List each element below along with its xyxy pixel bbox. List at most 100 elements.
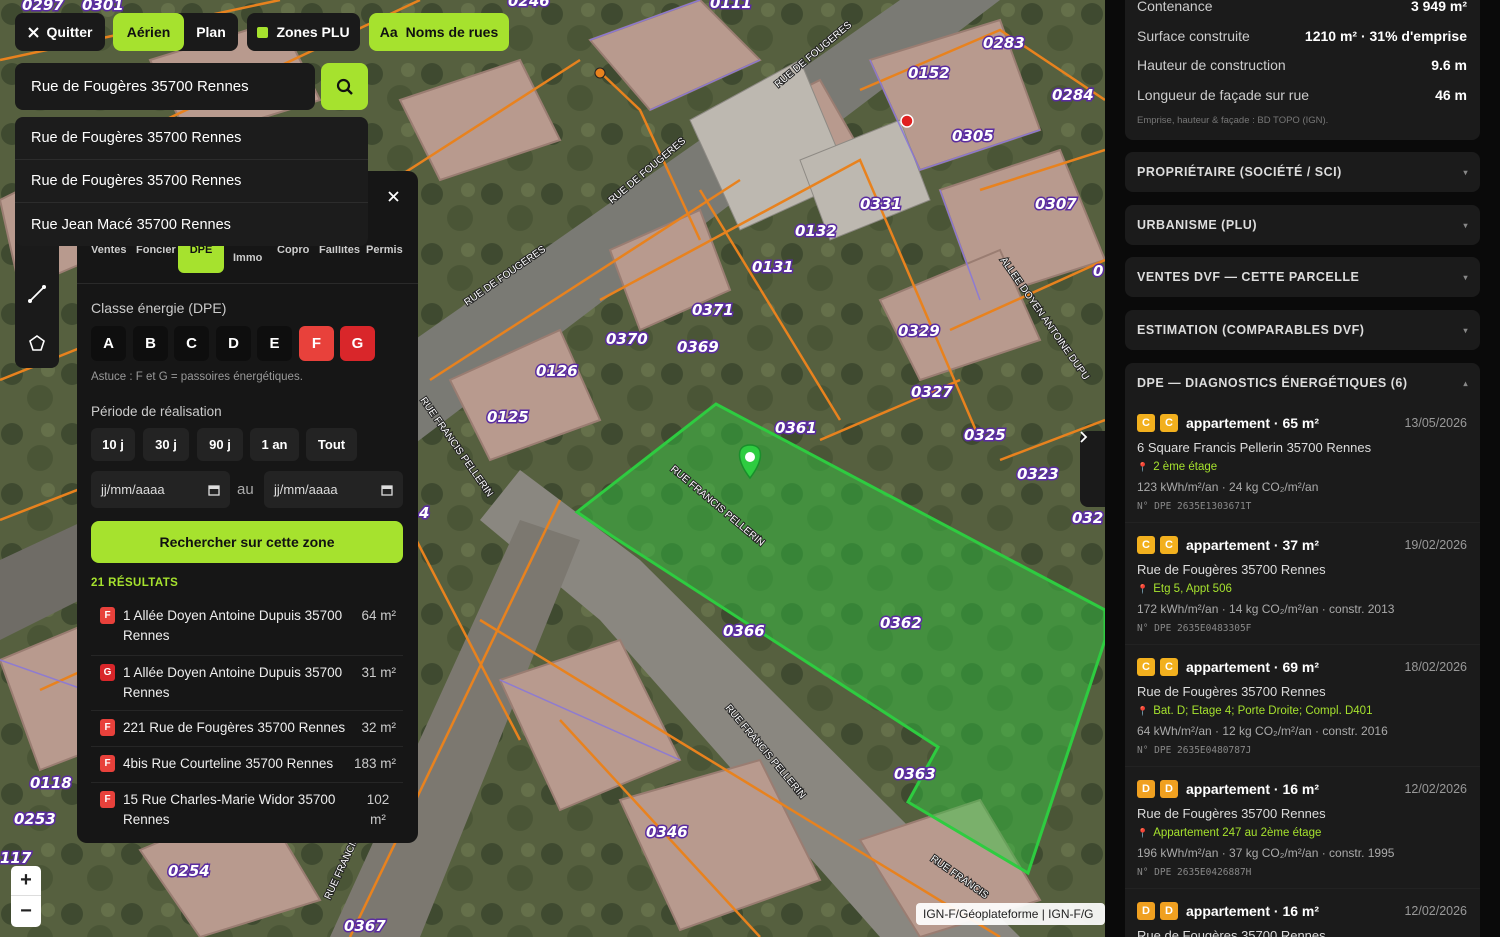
result-item[interactable]: F 1 Allée Doyen Antoine Dupuis 35700 Renn… — [100, 606, 396, 646]
parcel-label: 0371 — [692, 301, 734, 319]
section-title: DPE — DIAGNOSTICS ÉNERGÉTIQUES (6) — [1137, 376, 1408, 390]
street-names-button[interactable]: Aa Noms de rues — [369, 13, 509, 51]
energy-class-badge: C — [1160, 414, 1178, 432]
dpe-header: D Dappartement · 16 m² 12/02/2026 — [1137, 902, 1467, 920]
result-address: 4bis Rue Courteline 35700 Rennes — [123, 756, 334, 771]
search-zone-button[interactable]: Rechercher sur cette zone — [91, 521, 403, 563]
section-title: PROPRIÉTAIRE (SOCIÉTÉ / SCI) — [1137, 165, 1342, 179]
quit-button[interactable]: Quitter — [15, 13, 105, 51]
parcel-label: 0366 — [723, 622, 765, 640]
dpe-item[interactable]: C Cappartement · 65 m² 13/05/2026 6 Square … — [1137, 414, 1467, 512]
dpe-location-text: Bat. D; Etage 4; Porte Droite; Compl. D4… — [1153, 705, 1373, 717]
chevron-down-icon: ▾ — [1463, 325, 1468, 335]
energy-class-c[interactable]: C — [174, 326, 209, 361]
divider — [91, 710, 403, 711]
parcel-label: 0331 — [860, 195, 902, 213]
period-30d[interactable]: 30 j — [143, 428, 189, 461]
poi-marker[interactable] — [900, 114, 914, 128]
result-item[interactable]: F 15 Rue Charles-Marie Widor 35700 Rennes… — [100, 790, 396, 830]
close-icon — [27, 26, 39, 38]
parcel-label: 0346 — [646, 823, 688, 841]
energy-class-badge: F — [100, 755, 115, 772]
dpe-item[interactable]: C Cappartement · 37 m² 19/02/2026 Rue de Fo… — [1137, 536, 1467, 634]
parcel-details-panel: Contenance 3 949 m² Surface construite 121… — [1105, 0, 1500, 937]
date-to-field[interactable]: jj/mm/aaaa — [264, 471, 403, 508]
energy-class-a[interactable]: A — [91, 326, 126, 361]
section-plu[interactable]: URBANISME (PLU) ▾ — [1125, 205, 1480, 245]
zoom-out-button[interactable]: − — [11, 896, 41, 926]
dpe-item[interactable]: D Dappartement · 16 m² 12/02/2026 Rue de Fo… — [1137, 780, 1467, 878]
tool-polygon[interactable] — [15, 321, 59, 365]
zoom-in-button[interactable]: + — [11, 866, 41, 896]
dpe-date: 12/02/2026 — [1404, 904, 1467, 918]
close-panel-button[interactable] — [382, 185, 404, 207]
chevron-down-icon: ▾ — [1463, 167, 1468, 177]
pin-icon: 📍 — [1137, 584, 1149, 594]
date-from-field[interactable]: jj/mm/aaaa — [91, 471, 230, 508]
suggestion-item[interactable]: Rue Jean Macé 35700 Rennes — [15, 203, 368, 246]
plan-button[interactable]: Plan — [186, 13, 236, 51]
tab-permis[interactable]: Permis — [366, 244, 403, 256]
dpe-location-text: Appartement 247 au 2ème étage — [1153, 827, 1322, 839]
search-button[interactable] — [321, 63, 368, 110]
dpe-date: 13/05/2026 — [1404, 416, 1467, 430]
energy-class-d[interactable]: D — [216, 326, 251, 361]
search-input[interactable]: Rue de Fougères 35700 Rennes — [15, 63, 315, 110]
aerial-button[interactable]: Aérien — [113, 13, 184, 51]
dpe-consumption: 123 kWh/m²/an · 24 kg CO₂/m²/an — [1137, 480, 1319, 494]
calendar-icon — [208, 484, 220, 496]
section-dpe[interactable]: DPE — DIAGNOSTICS ÉNERGÉTIQUES (6) ▴ — [1125, 363, 1480, 403]
energy-class-badge: D — [1160, 780, 1178, 798]
parcel-label: 0363 — [894, 765, 936, 783]
energy-class-badge: C — [1160, 658, 1178, 676]
suggestion-item[interactable]: Rue de Fougères 35700 Rennes — [15, 160, 368, 203]
energy-class-f[interactable]: F — [299, 326, 334, 361]
stat-value: 46 m — [1435, 87, 1467, 103]
energy-class-b[interactable]: B — [133, 326, 168, 361]
divider — [77, 283, 418, 284]
tool-line[interactable] — [15, 272, 59, 316]
divider — [91, 655, 403, 656]
energy-class-e[interactable]: E — [257, 326, 292, 361]
result-item[interactable]: F 4bis Rue Courteline 35700 Rennes 183 m² — [100, 754, 396, 774]
result-item[interactable]: G 1 Allée Doyen Antoine Dupuis 35700 Renn… — [100, 663, 396, 703]
dpe-date: 18/02/2026 — [1404, 660, 1467, 674]
section-dvf[interactable]: VENTES DVF — CETTE PARCELLE ▾ — [1125, 257, 1480, 297]
parcel-label: 0305 — [952, 127, 994, 145]
period-90d[interactable]: 90 j — [197, 428, 243, 461]
energy-class-badge: D — [1160, 902, 1178, 920]
search-suggestions: Rue de Fougères 35700 Rennes Rue de Foug… — [15, 117, 368, 246]
dpe-date: 12/02/2026 — [1404, 782, 1467, 796]
result-size: 64 m² — [361, 608, 396, 623]
parcel-label: 0369 — [677, 338, 719, 356]
dpe-title: appartement · 69 m² — [1186, 659, 1320, 675]
pin-icon: 📍 — [1137, 828, 1149, 838]
chevron-right-icon — [1080, 431, 1088, 443]
energy-class-g[interactable]: G — [340, 326, 375, 361]
dpe-location-text: Etg 5, Appt 506 — [1153, 583, 1232, 595]
parcel-label: 0126 — [536, 362, 578, 380]
close-icon — [387, 190, 399, 202]
dpe-item[interactable]: D Dappartement · 16 m² 12/02/2026 Rue de Fo… — [1137, 902, 1467, 937]
section-owner[interactable]: PROPRIÉTAIRE (SOCIÉTÉ / SCI) ▾ — [1125, 152, 1480, 192]
section-title: ESTIMATION (COMPARABLES DVF) — [1137, 323, 1365, 337]
tab-immo[interactable]: Immo — [233, 252, 262, 264]
section-estimation[interactable]: ESTIMATION (COMPARABLES DVF) ▾ — [1125, 310, 1480, 350]
dpe-number: N° DPE 2635E0483305F — [1137, 623, 1252, 634]
period-1y[interactable]: 1 an — [250, 428, 299, 461]
period-10d[interactable]: 10 j — [91, 428, 135, 461]
section-title: URBANISME (PLU) — [1137, 218, 1257, 232]
dpe-location: 📍 Bat. D; Etage 4; Porte Droite; Compl. D… — [1137, 705, 1467, 717]
period-all[interactable]: Tout — [306, 428, 357, 461]
parcel-label: 0283 — [983, 34, 1025, 52]
stat-value: 1210 m² · 31% d'emprise — [1304, 28, 1467, 44]
parcel-label: 0111 — [710, 0, 752, 12]
date-from-placeholder: jj/mm/aaaa — [101, 482, 165, 497]
side-panel-toggle[interactable] — [1080, 431, 1105, 507]
zones-plu-button[interactable]: Zones PLU — [247, 13, 360, 51]
suggestion-item[interactable]: Rue de Fougères 35700 Rennes — [15, 117, 368, 160]
dpe-item[interactable]: C Cappartement · 69 m² 18/02/2026 Rue de Fo… — [1137, 658, 1467, 756]
result-item[interactable]: F 221 Rue de Fougères 35700 Rennes 32 m² — [100, 718, 396, 738]
dpe-number: N° DPE 2635E0426887H — [1137, 867, 1252, 878]
stat-row: Contenance 3 949 m² — [1137, 0, 1467, 14]
